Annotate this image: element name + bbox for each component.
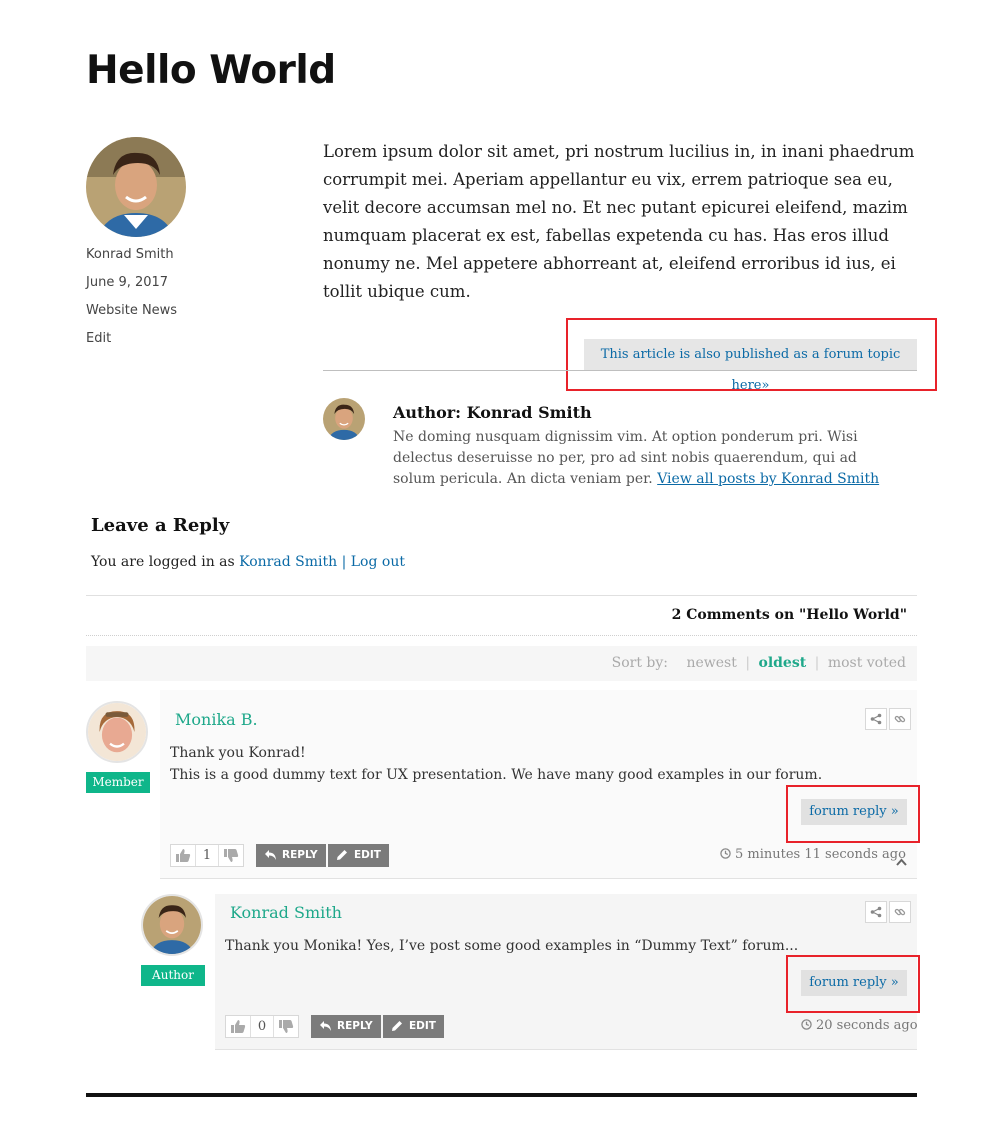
view-all-posts-link[interactable]: View all posts by Konrad Smith [657,471,879,487]
post-date[interactable]: June 9, 2017 [86,275,168,290]
sort-oldest[interactable]: oldest [758,655,806,671]
upvote-button[interactable] [226,1016,250,1037]
post-body: Lorem ipsum dolor sit amet, pri nostrum … [323,142,915,301]
author-box-avatar [323,398,365,440]
comment-time: 20 seconds ago [801,1018,918,1033]
comments-count: 2 Comments on "Hello World" [671,607,907,623]
author-name-link[interactable]: Konrad Smith [86,247,174,262]
edit-label: EDIT [409,1020,436,1032]
sort-most-voted[interactable]: most voted [828,655,906,671]
member-badge: Member [86,772,150,793]
downvote-button[interactable] [219,845,243,866]
edit-button[interactable]: EDIT [383,1015,444,1038]
divider [86,595,917,596]
reply-icon [265,850,276,860]
upvote-button[interactable] [171,845,195,866]
thumbs-down-icon [279,1020,294,1033]
author-badge: Author [141,965,205,986]
comment-line: Thank you Konrad! [170,745,306,761]
footer-rule [86,1093,917,1097]
commenter-avatar[interactable] [86,701,148,763]
edit-post-link[interactable]: Edit [86,331,111,346]
link-icon [894,908,906,916]
post-title: Hello World [86,48,336,93]
forum-reply-button[interactable]: forum reply » [801,799,907,825]
vote-widget: 0 [225,1015,299,1038]
chevron-up-icon [896,858,907,866]
sort-label: Sort by: [611,655,669,671]
vote-widget: 1 [170,844,244,867]
clock-icon [801,1019,812,1030]
commenter-name[interactable]: Konrad Smith [230,903,342,922]
author-avatar[interactable] [86,137,186,237]
divider [160,878,917,879]
pencil-icon [392,1021,402,1031]
commenter-avatar[interactable] [141,894,203,956]
divider [86,635,917,636]
sort-bar: Sort by: newest | oldest | most voted [86,646,917,681]
reply-button[interactable]: REPLY [311,1015,381,1038]
leave-reply-heading: Leave a Reply [91,515,230,536]
share-icon [870,906,882,918]
edit-label: EDIT [354,849,381,861]
commenter-name[interactable]: Monika B. [175,710,258,729]
divider [323,370,917,371]
reply-button[interactable]: REPLY [256,844,326,867]
share-button[interactable] [865,708,887,730]
logged-in-user-link[interactable]: Konrad Smith [239,554,337,570]
vote-count: 1 [195,845,219,866]
share-button[interactable] [865,901,887,923]
share-icon [870,713,882,725]
author-box-bio: Ne doming nusquam dignissim vim. At opti… [393,427,903,490]
comment-time-text: 20 seconds ago [816,1018,918,1033]
logged-in-text: You are logged in as [91,554,235,570]
comment-line: Thank you Monika! Yes, I’ve post some go… [225,938,799,954]
divider [215,1049,917,1050]
comment-time-text: 5 minutes 11 seconds ago [735,847,906,862]
reply-label: REPLY [337,1020,373,1032]
pencil-icon [337,850,347,860]
thumbs-up-icon [176,849,191,862]
vote-count: 0 [250,1016,274,1037]
sort-newest[interactable]: newest [686,655,736,671]
forum-reply-button[interactable]: forum reply » [801,970,907,996]
comment-time: 5 minutes 11 seconds ago [720,847,906,862]
thumbs-up-icon [231,1020,246,1033]
author-box-title: Author: Konrad Smith [393,403,592,422]
link-icon [894,715,906,723]
thumbs-down-icon [224,849,239,862]
clock-icon [720,848,731,859]
permalink-button[interactable] [889,708,911,730]
logged-in-line: You are logged in as Konrad Smith | Log … [91,554,405,570]
permalink-button[interactable] [889,901,911,923]
reply-label: REPLY [282,849,318,861]
forum-topic-link[interactable]: This article is also published as a foru… [584,339,917,393]
edit-button[interactable]: EDIT [328,844,389,867]
downvote-button[interactable] [274,1016,298,1037]
post-category-link[interactable]: Website News [86,303,177,318]
separator: | [341,554,347,570]
collapse-toggle[interactable] [896,851,907,870]
logout-link[interactable]: Log out [351,554,405,570]
reply-icon [320,1021,331,1031]
comment-line: This is a good dummy text for UX present… [170,767,823,783]
